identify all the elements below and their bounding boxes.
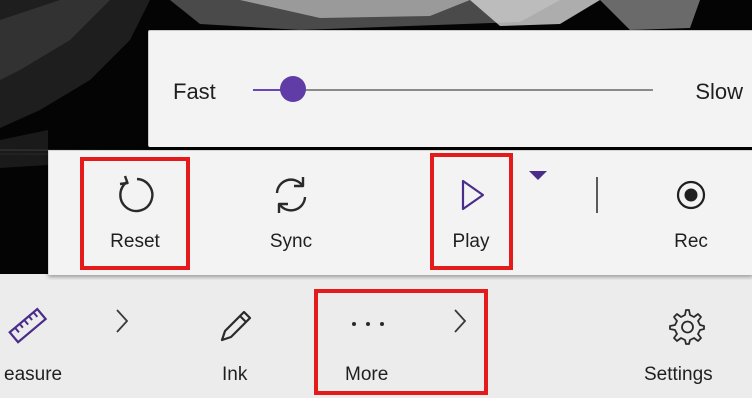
record-button[interactable]: Rec	[651, 151, 731, 275]
speed-slider-panel: Fast Slow	[148, 30, 752, 147]
ruler-icon	[8, 306, 48, 351]
speed-slider-thumb[interactable]	[280, 76, 306, 102]
rec-label: Rec	[674, 231, 708, 252]
app-window: Fast Slow Reset Sync Play Rec easure Ink…	[0, 0, 752, 398]
reset-button[interactable]: Reset	[89, 151, 181, 275]
playback-toolbar: Reset Sync Play Rec	[48, 150, 752, 275]
play-label: Play	[452, 231, 490, 252]
ink-label: Ink	[222, 364, 248, 385]
more-button[interactable]: More	[318, 280, 484, 398]
pencil-icon	[216, 306, 256, 351]
toolbar-divider	[596, 177, 598, 213]
record-icon	[669, 173, 713, 217]
speed-fast-label: Fast	[173, 79, 216, 104]
ink-button[interactable]: Ink	[196, 280, 292, 398]
gear-icon	[666, 306, 706, 351]
measure-chevron-icon[interactable]	[112, 306, 132, 341]
speed-slow-label: Slow	[695, 79, 743, 104]
settings-button[interactable]: Settings	[640, 280, 740, 398]
play-dropdown-icon[interactable]	[529, 171, 547, 180]
more-dots-icon	[348, 314, 388, 339]
refresh-icon	[113, 173, 157, 217]
play-icon	[453, 173, 489, 217]
more-label: More	[345, 364, 389, 385]
measure-label: easure	[4, 364, 63, 385]
settings-label: Settings	[644, 364, 713, 385]
speed-slider-track[interactable]	[253, 89, 653, 91]
play-button[interactable]: Play	[433, 151, 509, 275]
more-chevron-icon	[450, 306, 470, 341]
sync-icon	[269, 173, 313, 217]
reset-label: Reset	[110, 231, 160, 252]
sync-label: Sync	[269, 231, 313, 252]
measure-button[interactable]: easure	[0, 280, 100, 398]
command-bar: easure Ink More Settings	[0, 280, 752, 398]
sync-button[interactable]: Sync	[245, 151, 337, 275]
